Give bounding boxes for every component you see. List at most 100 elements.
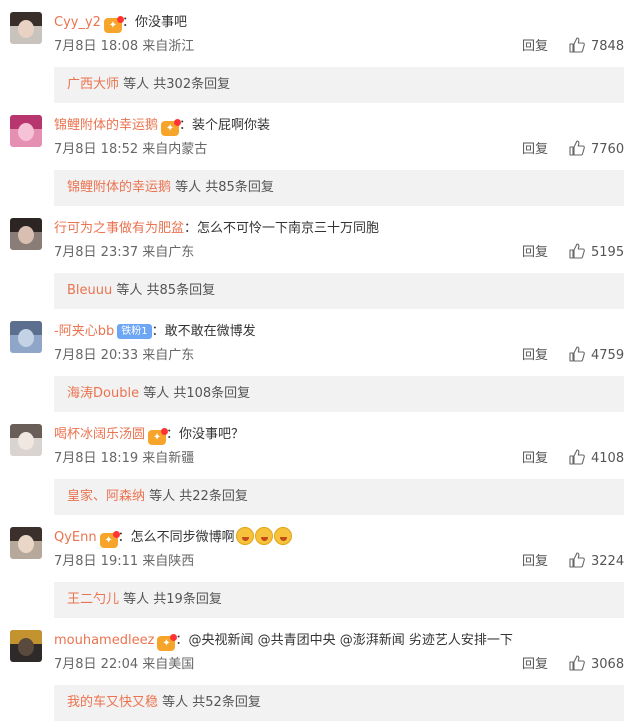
like-count: 7848 [591, 39, 625, 54]
comment-location: 来自陕西 [142, 554, 195, 569]
comment-header: QyEnn ✦ ：怎么不同步微博啊 [54, 527, 292, 549]
comment-location: 来自美国 [142, 657, 195, 672]
comment-username[interactable]: 锦鲤附体的幸运鹅 [54, 118, 158, 133]
comment-location: 来自浙江 [142, 39, 195, 54]
comment-username[interactable]: -阿夹心bb [54, 324, 114, 339]
comment-meta: 7月8日 18:08 来自浙江 [54, 37, 194, 57]
like-button[interactable]: 4108 [569, 449, 624, 469]
comment-header: -阿夹心bb 铁粉1 ：敢不敢在微博发 [54, 321, 256, 343]
user-badge-icon: ✦ [157, 634, 178, 651]
comment-text: @央视新闻 @共青团中央 @澎湃新闻 劣迹艺人安排一下 [188, 633, 513, 648]
reply-button[interactable]: 回复 [522, 449, 548, 469]
avatar[interactable] [10, 12, 42, 44]
comment-username[interactable]: QyEnn [54, 530, 97, 545]
colon: ： [184, 221, 198, 236]
sub-reply-user[interactable]: 海涛Double [67, 386, 139, 401]
sub-replies[interactable]: 广西大师 等人 共302条回复 [54, 67, 624, 103]
comment-location: 来自广东 [142, 245, 195, 260]
comment-date: 7月8日 23:37 [54, 245, 139, 260]
comment-meta: 7月8日 22:04 来自美国 [54, 655, 194, 675]
comment-meta: 7月8日 18:19 来自新疆 [54, 449, 194, 469]
avatar[interactable] [10, 527, 42, 559]
comment-location: 来自广东 [142, 348, 195, 363]
colon: ： [175, 633, 189, 648]
comment-item: Cyy_y2 ✦ ：你没事吧 7月8日 18:08 来自浙江 回复 7848 广西大… [0, 0, 640, 103]
comment-header: 行可为之事做有为肥盆：怎么不可怜一下南京三十万同胞 [54, 218, 379, 240]
sub-reply-count: 等人 共302条回复 [123, 77, 231, 92]
sub-reply-user[interactable]: 锦鲤附体的幸运鹅 [67, 180, 171, 195]
comment-username[interactable]: Cyy_y2 [54, 15, 101, 30]
emoji-icon [273, 527, 292, 545]
like-button[interactable]: 3224 [569, 552, 624, 572]
sub-replies[interactable]: 我的车又快又稳 等人 共52条回复 [54, 685, 624, 721]
sub-reply-count: 等人 共52条回复 [162, 695, 261, 710]
comment-username[interactable]: 行可为之事做有为肥盆 [54, 221, 184, 236]
avatar[interactable] [10, 321, 42, 353]
sub-replies[interactable]: Bleuuu 等人 共85条回复 [54, 273, 624, 309]
comment-username[interactable]: 喝杯冰阔乐汤圆 [54, 427, 145, 442]
sub-reply-user[interactable]: 我的车又快又稳 [67, 695, 158, 710]
comment-meta: 7月8日 23:37 来自广东 [54, 243, 194, 263]
sub-reply-user[interactable]: 王二勺儿 [67, 592, 119, 607]
sub-reply-count: 等人 共108条回复 [143, 386, 251, 401]
sub-reply-user[interactable]: 皇家、阿森纳 [67, 489, 145, 504]
user-badge-icon: ✦ [103, 16, 124, 33]
user-badge-icon: ✦ [148, 428, 169, 445]
comment-date: 7月8日 18:52 [54, 142, 139, 157]
reply-button[interactable]: 回复 [522, 552, 548, 572]
reply-button[interactable]: 回复 [522, 37, 548, 57]
avatar[interactable] [10, 115, 42, 147]
comment-text: 装个屁啊你装 [192, 118, 271, 133]
colon: ： [151, 324, 165, 339]
comment-date: 7月8日 19:11 [54, 554, 139, 569]
thumbs-up-icon [569, 243, 585, 259]
reply-button[interactable]: 回复 [522, 243, 548, 263]
avatar[interactable] [10, 424, 42, 456]
sub-reply-count: 等人 共22条回复 [149, 489, 248, 504]
comment-item: 行可为之事做有为肥盆：怎么不可怜一下南京三十万同胞 7月8日 23:37 来自广… [0, 206, 640, 309]
colon: ： [179, 118, 193, 133]
comment-text: 敢不敢在微博发 [164, 324, 256, 339]
comment-meta: 7月8日 18:52 来自内蒙古 [54, 140, 207, 160]
like-count: 4759 [591, 348, 625, 363]
avatar[interactable] [10, 218, 42, 250]
user-badge-icon: ✦ [161, 119, 182, 136]
comment-date: 7月8日 18:08 [54, 39, 139, 54]
comment-username[interactable]: mouhamedleez [54, 633, 154, 648]
reply-button[interactable]: 回复 [522, 346, 548, 366]
like-button[interactable]: 5195 [569, 243, 624, 263]
like-count: 7760 [591, 142, 625, 157]
colon: ： [121, 15, 135, 30]
reply-button[interactable]: 回复 [522, 655, 548, 675]
sub-replies[interactable]: 王二勺儿 等人 共19条回复 [54, 582, 624, 618]
user-badge-icon: ✦ [99, 531, 120, 548]
comment-date: 7月8日 18:19 [54, 451, 139, 466]
like-button[interactable]: 4759 [569, 346, 624, 366]
comment-meta: 7月8日 19:11 来自陕西 [54, 552, 194, 572]
sub-replies[interactable]: 皇家、阿森纳 等人 共22条回复 [54, 479, 624, 515]
sub-reply-user[interactable]: 广西大师 [67, 77, 119, 92]
thumbs-up-icon [569, 552, 585, 568]
reply-button[interactable]: 回复 [522, 140, 548, 160]
thumbs-up-icon [569, 346, 585, 362]
comment-header: Cyy_y2 ✦ ：你没事吧 [54, 12, 187, 34]
comment-date: 7月8日 20:33 [54, 348, 139, 363]
comment-header: 喝杯冰阔乐汤圆 ✦ ：你没事吧？ [54, 424, 244, 446]
comment-item: mouhamedleez ✦ ：@央视新闻 @共青团中央 @澎湃新闻 劣迹艺人安排一… [0, 618, 640, 721]
like-button[interactable]: 3068 [569, 655, 624, 675]
thumbs-up-icon [569, 37, 585, 53]
sub-replies[interactable]: 海涛Double 等人 共108条回复 [54, 376, 624, 412]
sub-reply-count: 等人 共19条回复 [123, 592, 222, 607]
sub-reply-user[interactable]: Bleuuu [67, 283, 112, 298]
like-count: 3224 [591, 554, 625, 569]
like-count: 5195 [591, 245, 625, 260]
avatar[interactable] [10, 630, 42, 662]
like-button[interactable]: 7848 [569, 37, 624, 57]
sub-replies[interactable]: 锦鲤附体的幸运鹅 等人 共85条回复 [54, 170, 624, 206]
sub-reply-count: 等人 共85条回复 [175, 180, 274, 195]
like-count: 4108 [591, 451, 625, 466]
comment-item: QyEnn ✦ ：怎么不同步微博啊 7月8日 19:11 来自陕西 回复 3224 … [0, 515, 640, 618]
comment-location: 来自新疆 [142, 451, 195, 466]
like-button[interactable]: 7760 [569, 140, 624, 160]
thumbs-up-icon [569, 655, 585, 671]
